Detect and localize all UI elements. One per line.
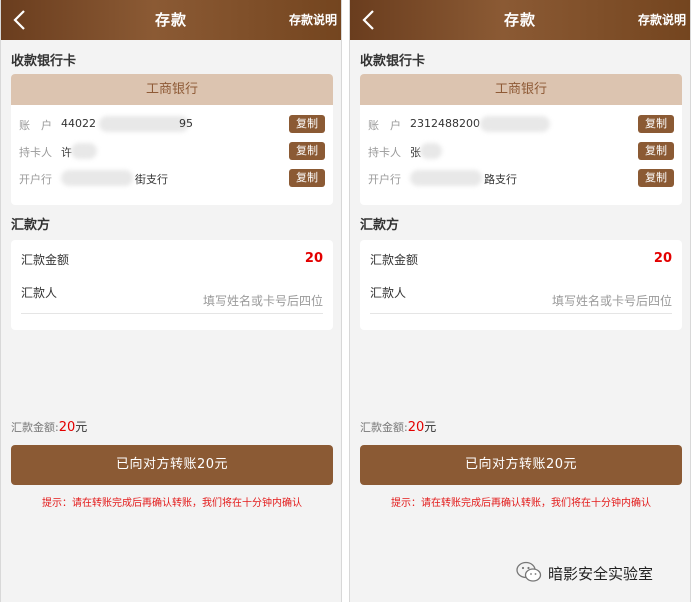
account-label: 账 户: [368, 119, 401, 132]
copy-branch-button[interactable]: 复制: [289, 169, 325, 187]
bank-card: 工商银行 账 户 2312488200 复制 持卡人 张 复制 开户行 路支行 …: [360, 74, 682, 205]
tip-text: 提示：请在转账完成后再确认转账，我们将在十分钟内确认: [391, 498, 651, 509]
summary-unit: 元: [424, 420, 437, 434]
holder-row: 持卡人 许 复制: [19, 142, 325, 162]
input-underline: [21, 313, 323, 314]
bank-name: 工商银行: [360, 74, 682, 105]
account-row: 账 户 2312488200 复制: [368, 115, 674, 135]
summary-label: 汇款金额:: [360, 421, 408, 434]
amount-summary: 汇款金额:20元: [360, 418, 436, 435]
payer-name-input[interactable]: [472, 291, 672, 311]
deposit-screen-right: 存款 存款说明 收款银行卡 工商银行 账 户 2312488200 复制 持卡人…: [349, 0, 691, 602]
amount-summary: 汇款金额:20元: [11, 418, 87, 435]
input-underline: [370, 313, 672, 314]
payer-section-title: 汇款方: [360, 218, 400, 233]
branch-row: 开户行 街支行 复制: [19, 169, 325, 189]
holder-row: 持卡人 张 复制: [368, 142, 674, 162]
redaction-blur: [99, 116, 189, 132]
redaction-blur: [420, 143, 442, 159]
confirm-transfer-button[interactable]: 已向对方转账20元: [11, 445, 333, 485]
bank-name: 工商银行: [11, 74, 333, 105]
copy-branch-button[interactable]: 复制: [638, 169, 674, 187]
amount-label: 汇款金额: [370, 253, 419, 267]
confirm-transfer-button[interactable]: 已向对方转账20元: [360, 445, 682, 485]
redaction-blur: [410, 170, 482, 186]
branch-value: 路支行: [484, 173, 517, 186]
account-label: 账 户: [19, 119, 52, 132]
payer-name-label: 汇款人: [21, 286, 58, 300]
payer-section-title: 汇款方: [11, 218, 51, 233]
redaction-blur: [71, 143, 97, 159]
summary-unit: 元: [75, 420, 88, 434]
copy-holder-button[interactable]: 复制: [638, 142, 674, 160]
amount-value: 20: [304, 251, 323, 266]
copy-holder-button[interactable]: 复制: [289, 142, 325, 160]
copy-account-button[interactable]: 复制: [638, 115, 674, 133]
bank-section-title: 收款银行卡: [360, 54, 426, 69]
holder-label: 持卡人: [368, 146, 401, 159]
account-value: 2312488200: [410, 117, 480, 130]
account-row: 账 户 44022 95 复制: [19, 115, 325, 135]
tip-text: 提示：请在转账完成后再确认转账，我们将在十分钟内确认: [42, 498, 302, 509]
branch-label: 开户行: [368, 173, 401, 186]
redaction-blur: [480, 116, 550, 132]
payer-name-input[interactable]: [123, 291, 323, 311]
branch-row: 开户行 路支行 复制: [368, 169, 674, 189]
bank-section-title: 收款银行卡: [11, 54, 77, 69]
watermark-text: 暗影安全实验室: [548, 565, 654, 583]
branch-value: 街支行: [135, 173, 168, 186]
summary-amount: 20: [58, 420, 76, 435]
screenshot-stage: 存款 存款说明 收款银行卡 工商银行 账 户 44022 95 复制 持卡人 许…: [0, 0, 692, 602]
summary-amount: 20: [407, 420, 425, 435]
holder-label: 持卡人: [19, 146, 52, 159]
deposit-help-link[interactable]: 存款说明: [289, 11, 337, 28]
amount-label: 汇款金额: [21, 253, 70, 267]
redaction-blur: [61, 170, 133, 186]
summary-label: 汇款金额:: [11, 421, 59, 434]
branch-label: 开户行: [19, 173, 52, 186]
header-bar: 存款 存款说明: [1, 0, 341, 40]
bank-card: 工商银行 账 户 44022 95 复制 持卡人 许 复制 开户行 街支行 复制: [11, 74, 333, 205]
wechat-icon: [516, 561, 542, 582]
deposit-help-link[interactable]: 存款说明: [638, 11, 686, 28]
payer-card: 汇款金额 20 汇款人: [11, 240, 333, 330]
copy-account-button[interactable]: 复制: [289, 115, 325, 133]
payer-name-label: 汇款人: [370, 286, 407, 300]
account-tail: 95: [179, 117, 193, 130]
payer-card: 汇款金额 20 汇款人: [360, 240, 682, 330]
amount-value: 20: [653, 251, 672, 266]
account-value: 44022: [61, 117, 96, 130]
header-bar: 存款 存款说明: [350, 0, 690, 40]
deposit-screen-left: 存款 存款说明 收款银行卡 工商银行 账 户 44022 95 复制 持卡人 许…: [0, 0, 342, 602]
